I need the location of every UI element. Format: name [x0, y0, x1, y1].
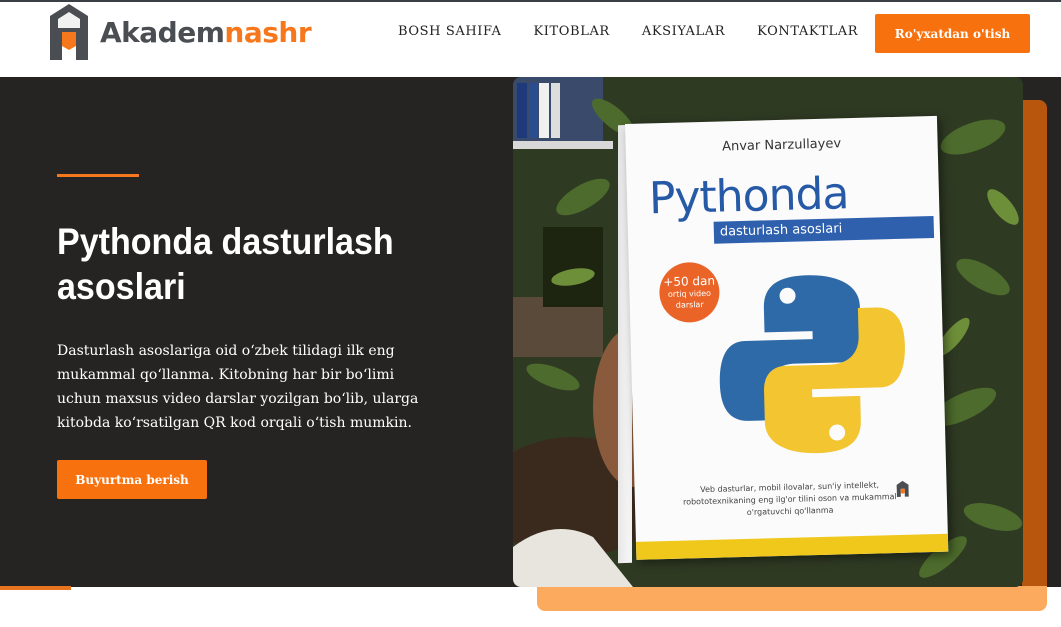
book-author: Anvar Narzullayev [721, 136, 842, 155]
bottom-accent-line [0, 586, 71, 590]
book-subtitle: dasturlash asoslari [713, 215, 935, 244]
title-accent-line [57, 174, 139, 177]
logo-text-part1: Akadem [100, 15, 225, 49]
photo-frame-shadow-bottom [537, 586, 1047, 611]
nav-item-kitoblar[interactable]: KITOBLAR [533, 24, 609, 40]
register-button[interactable]: Ro'yxatdan o'tish [875, 14, 1030, 53]
nav-item-kontaktlar[interactable]: KONTAKTLAR [757, 24, 858, 40]
nav-item-aksiyalar[interactable]: AKSIYALAR [642, 24, 725, 40]
logo-text: Akademnashr [100, 15, 312, 49]
order-button[interactable]: Buyurtma berish [57, 460, 207, 499]
photo-frame-shadow-right [1022, 100, 1047, 590]
nav-item-bosh-sahifa[interactable]: BOSH SAHIFA [398, 24, 501, 40]
hero-description: Dasturlash asoslariga oid o‘zbek tilidag… [57, 343, 419, 431]
python-logo-icon [719, 275, 905, 454]
publisher-logo-icon [896, 480, 909, 498]
book-cover: Anvar Narzullayev Pythonda dasturlash as… [625, 115, 949, 560]
video-lessons-badge: +50 dan ortiq video darslar [658, 261, 721, 324]
hero-title: Pythonda dasturlash asoslari [57, 221, 394, 307]
book-title: Pythonda [648, 168, 849, 225]
logo-text-part2: nashr [224, 15, 312, 49]
main-nav: BOSH SAHIFA KITOBLAR AKSIYALAR KONTAKTLA… [398, 24, 890, 40]
badge-line-3: darslar [675, 300, 704, 310]
site-header: Akademnashr BOSH SAHIFA KITOBLAR AKSIYAL… [0, 2, 1061, 77]
logo-icon [50, 4, 88, 60]
book-description: Veb dasturlar, mobil ilovalar, sun'iy in… [682, 480, 897, 517]
logo[interactable]: Akademnashr [48, 2, 312, 62]
